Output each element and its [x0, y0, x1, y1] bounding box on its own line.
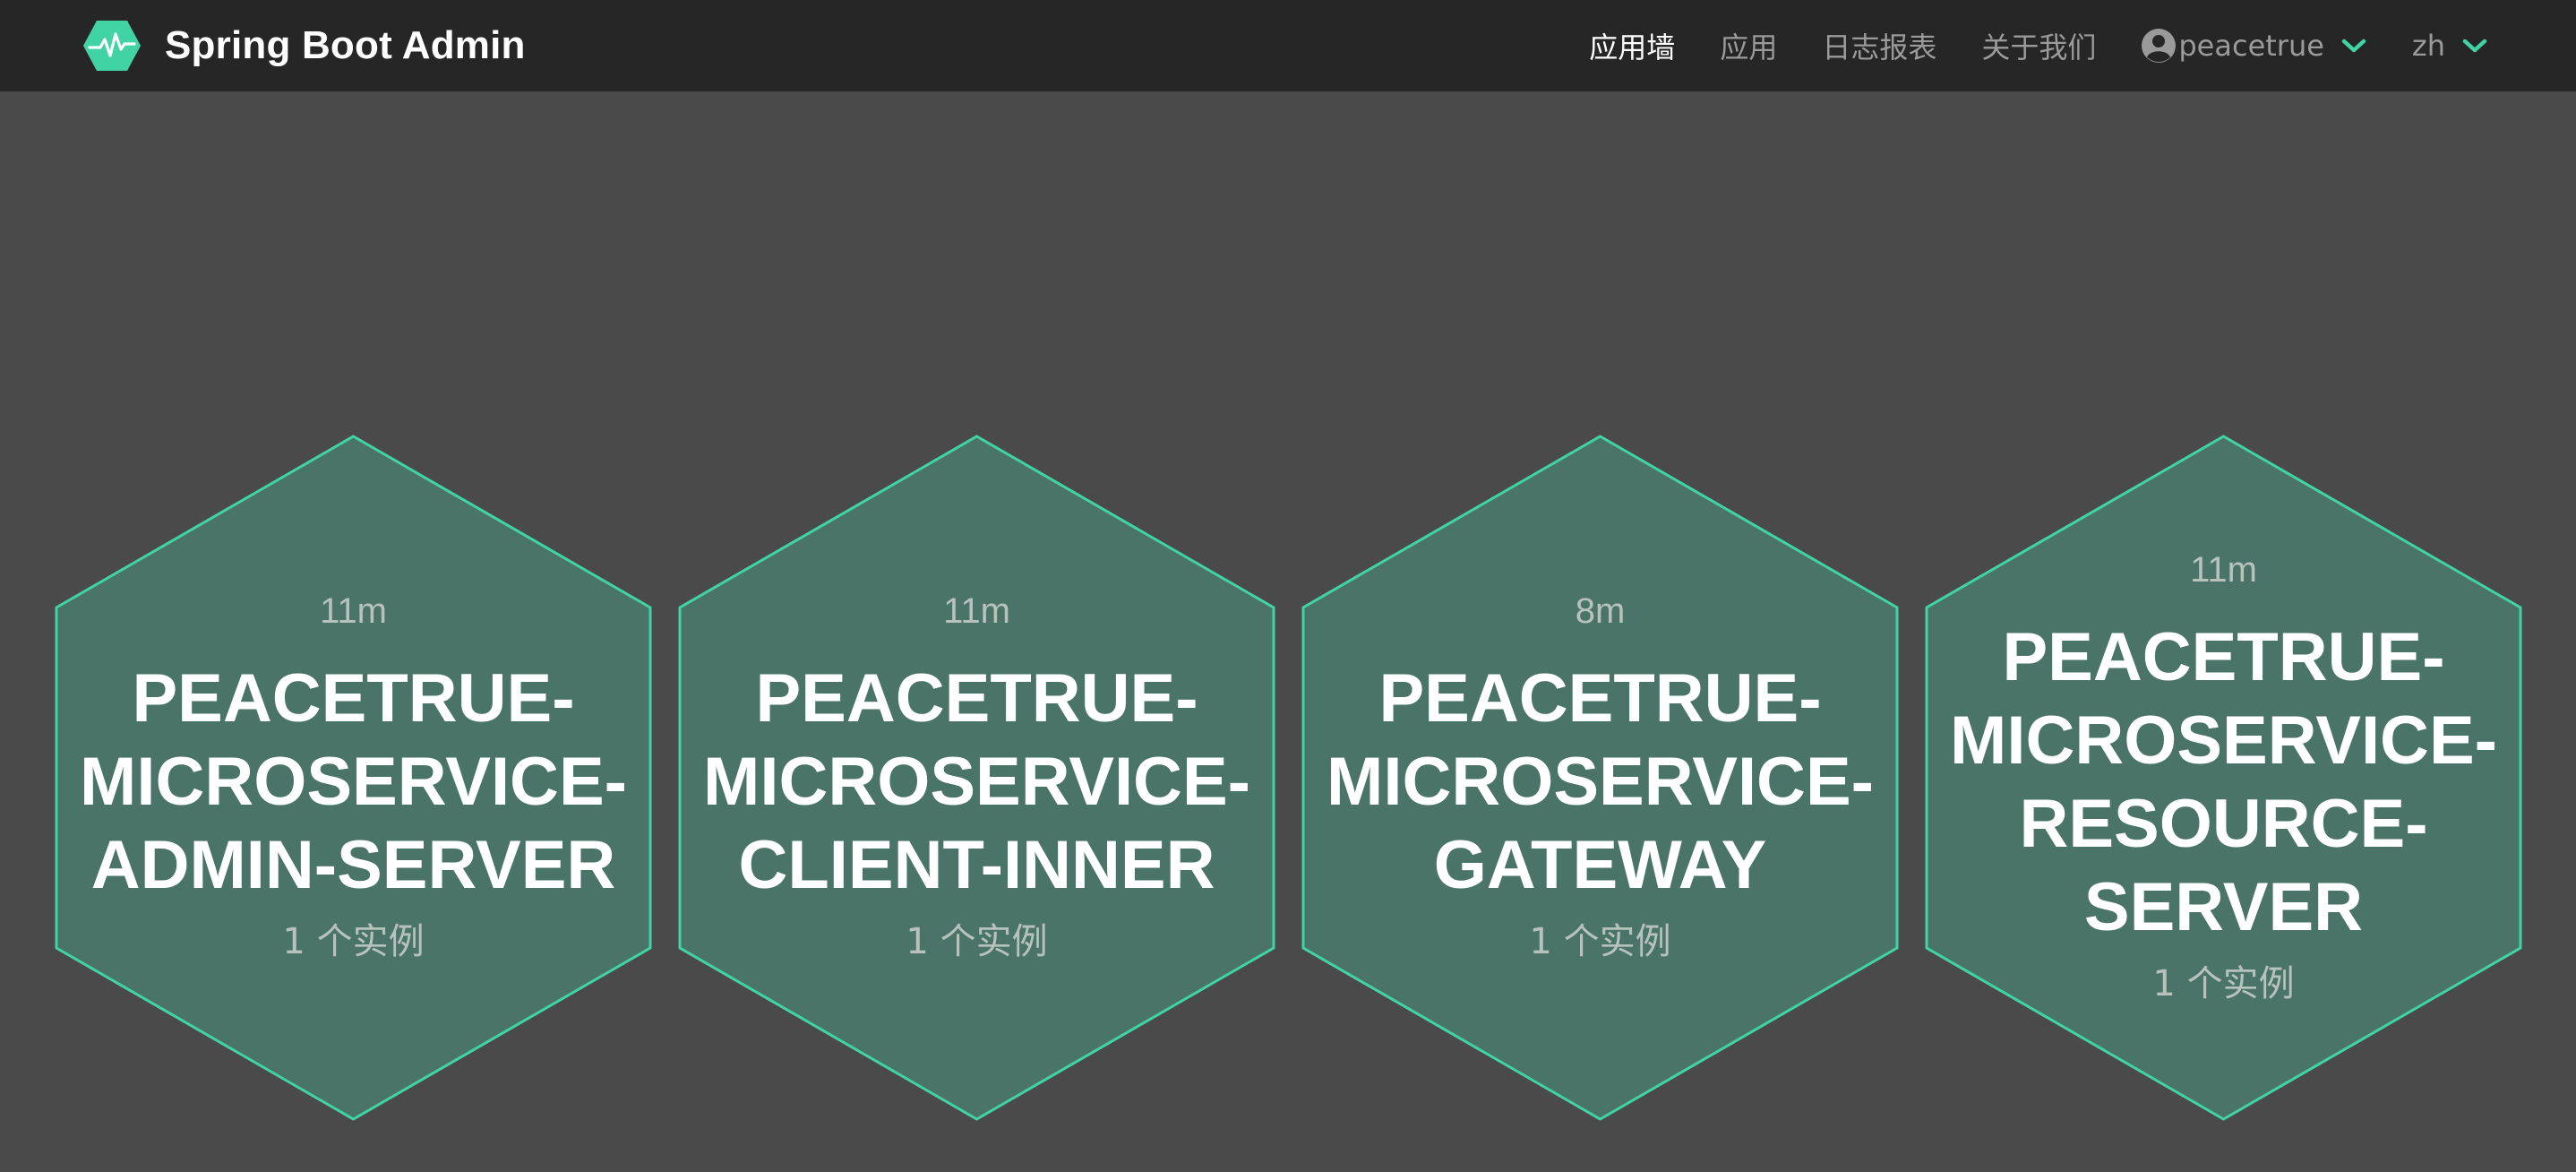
application-name: PEACETRUE-​MICROSERVICE-​ADMIN-​SERVER [80, 660, 627, 903]
application-wall: 11m PEACETRUE-​MICROSERVICE-​ADMIN-​SERV… [0, 91, 2576, 1172]
navbar: Spring Boot Admin 应用墙 应用 日志报表 关于我们 peace… [0, 0, 2576, 91]
nav-item-journal[interactable]: 日志报表 [1822, 25, 1936, 66]
brand-link[interactable]: Spring Boot Admin [82, 16, 526, 75]
nav-item-applications[interactable]: 应用 [1720, 25, 1777, 66]
application-info: 11m PEACETRUE-​MICROSERVICE-​ADMIN-​SERV… [55, 435, 652, 1121]
application-uptime: 11m [943, 591, 1010, 631]
application-hex[interactable]: 11m PEACETRUE-​MICROSERVICE-​ADMIN-​SERV… [55, 435, 652, 1121]
application-instances: 1 个实例 [1529, 921, 1671, 962]
nav-item-about[interactable]: 关于我们 [1981, 25, 2096, 66]
application-hex[interactable]: 11m PEACETRUE-​MICROSERVICE-​CLIENT-​INN… [678, 435, 1275, 1121]
application-instances: 1 个实例 [906, 921, 1048, 962]
language-value: zh [2411, 29, 2445, 63]
chevron-down-icon [2341, 39, 2366, 53]
brand-title: Spring Boot Admin [165, 23, 526, 67]
application-info: 11m PEACETRUE-​MICROSERVICE-​RESOURCE-​S… [1925, 435, 2522, 1121]
application-hex[interactable]: 11m PEACETRUE-​MICROSERVICE-​RESOURCE-​S… [1925, 435, 2522, 1121]
application-uptime: 8m [1575, 591, 1626, 631]
application-info: 8m PEACETRUE-​MICROSERVICE-​GATEWAY 1 个实… [1301, 435, 1899, 1121]
application-name: PEACETRUE-​MICROSERVICE-​CLIENT-​INNER [703, 660, 1250, 903]
application-instances: 1 个实例 [282, 921, 425, 962]
user-circle-icon [2142, 29, 2177, 63]
application-hex[interactable]: 8m PEACETRUE-​MICROSERVICE-​GATEWAY 1 个实… [1301, 435, 1899, 1121]
application-uptime: 11m [2190, 549, 2257, 590]
application-uptime: 11m [320, 591, 387, 631]
nav-menu: 应用墙 应用 日志报表 关于我们 peacetrue zh [1589, 0, 2488, 91]
application-instances: 1 个实例 [2152, 962, 2295, 1004]
application-name: PEACETRUE-​MICROSERVICE-​RESOURCE-​SERVE… [1950, 618, 2497, 945]
language-menu[interactable]: zh [2412, 29, 2488, 63]
application-name: PEACETRUE-​MICROSERVICE-​GATEWAY [1327, 660, 1874, 903]
user-menu[interactable]: peacetrue [2141, 28, 2367, 64]
chevron-down-icon [2462, 39, 2487, 53]
nav-item-wallboard[interactable]: 应用墙 [1589, 25, 1675, 66]
heartbeat-hexagon-icon [83, 21, 141, 71]
application-info: 11m PEACETRUE-​MICROSERVICE-​CLIENT-​INN… [678, 435, 1275, 1121]
user-name: peacetrue [2178, 29, 2324, 63]
